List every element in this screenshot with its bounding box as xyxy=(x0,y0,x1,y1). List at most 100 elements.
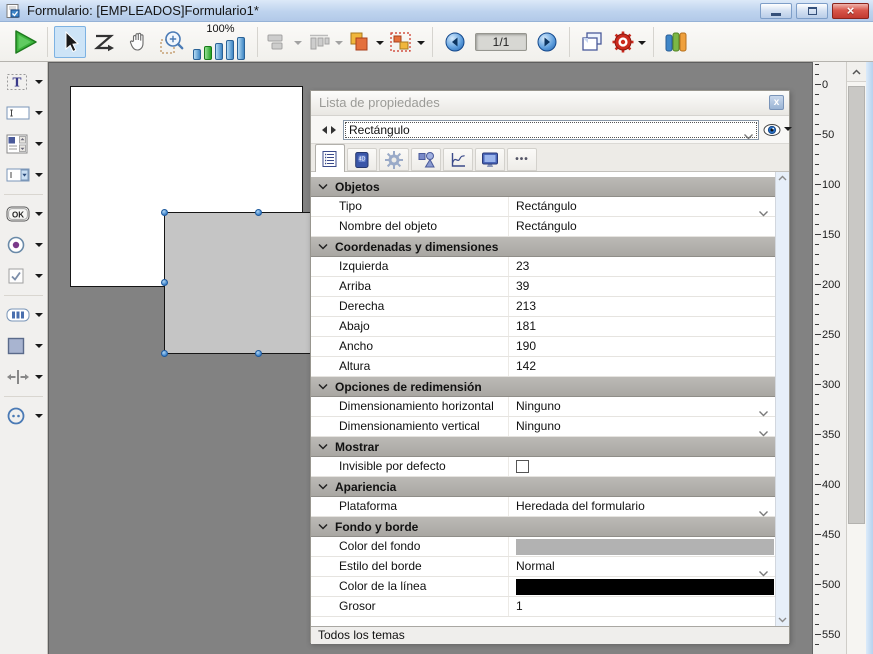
chevron-down-icon[interactable] xyxy=(758,504,769,523)
dropdown-arrow-icon[interactable] xyxy=(35,274,43,282)
resize-handle-s[interactable] xyxy=(255,350,262,357)
property-value-dimensionamiento-vertical[interactable]: Ninguno xyxy=(509,417,777,436)
minimize-button[interactable] xyxy=(760,3,792,19)
dropdown-arrow-icon[interactable] xyxy=(35,313,43,321)
tab-events[interactable] xyxy=(443,148,473,171)
property-value-grosor[interactable]: 1 xyxy=(509,597,777,616)
property-value-color-del-fondo[interactable] xyxy=(509,537,777,556)
section-header-opciones-de-redimension[interactable]: Opciones de redimensión xyxy=(311,377,777,397)
maximize-button[interactable] xyxy=(796,3,828,19)
segmented-button-tool[interactable] xyxy=(0,300,47,330)
property-value-abajo[interactable]: 181 xyxy=(509,317,777,336)
resize-handle-nw[interactable] xyxy=(161,209,168,216)
resize-handle-sw[interactable] xyxy=(161,350,168,357)
property-value-invisible-por-defecto[interactable] xyxy=(509,457,777,476)
section-header-coordenadas-y-dimensiones[interactable]: Coordenadas y dimensiones xyxy=(311,237,777,257)
tab-actions[interactable] xyxy=(379,148,409,171)
scroll-up-icon[interactable] xyxy=(777,175,788,181)
section-header-objetos[interactable]: Objetos xyxy=(311,177,777,197)
property-value-izquierda[interactable]: 23 xyxy=(509,257,777,276)
vertical-scrollbar[interactable] xyxy=(846,62,866,654)
button-tool[interactable]: OK xyxy=(0,199,47,229)
previous-page-button[interactable] xyxy=(439,26,471,58)
distribute-menu-button[interactable] xyxy=(305,26,344,58)
property-value-arriba[interactable]: 39 xyxy=(509,277,777,296)
input-field-tool[interactable] xyxy=(0,98,47,128)
form-design-surface[interactable] xyxy=(70,86,303,287)
tab-property-list[interactable] xyxy=(315,144,345,172)
object-prev-next-arrows[interactable] xyxy=(319,125,339,135)
display-pages-button[interactable] xyxy=(576,26,608,58)
property-value-ancho[interactable]: 190 xyxy=(509,337,777,356)
dropdown-arrow-icon[interactable] xyxy=(376,41,384,49)
property-value-dimensionamiento-horizontal[interactable]: Ninguno xyxy=(509,397,777,416)
dropdown-arrow-icon[interactable] xyxy=(35,344,43,352)
actions-menu-button[interactable] xyxy=(610,26,647,58)
level-menu-button[interactable] xyxy=(346,26,385,58)
property-value-derecha[interactable]: 213 xyxy=(509,297,777,316)
pan-tool-button[interactable] xyxy=(122,26,154,58)
next-page-button[interactable] xyxy=(531,26,563,58)
dropdown-arrow-icon[interactable] xyxy=(35,243,43,251)
library-button[interactable] xyxy=(660,26,692,58)
oval-tool[interactable] xyxy=(0,401,47,431)
ruler-tick xyxy=(815,474,819,475)
property-panel-close-button[interactable]: x xyxy=(769,95,784,110)
radio-button-tool[interactable] xyxy=(0,230,47,260)
listbox-tool[interactable] xyxy=(0,129,47,159)
dropdown-arrow-icon[interactable] xyxy=(35,142,43,150)
dropdown-arrow-icon[interactable] xyxy=(294,41,302,49)
resize-handle-w[interactable] xyxy=(161,279,168,286)
section-header-fondo-y-borde[interactable]: Fondo y borde xyxy=(311,517,777,537)
dropdown-arrow-icon[interactable] xyxy=(35,212,43,220)
property-value-nombre-del-objeto[interactable]: Rectángulo xyxy=(509,217,777,236)
property-value-estilo-del-borde[interactable]: Normal xyxy=(509,557,777,576)
run-form-button[interactable] xyxy=(9,26,41,58)
checkbox-invisible-por-defecto[interactable] xyxy=(516,460,529,473)
dropdown-arrow-icon[interactable] xyxy=(35,111,43,119)
tab-display[interactable] xyxy=(475,148,505,171)
section-header-mostrar[interactable]: Mostrar xyxy=(311,437,777,457)
scrollbar-thumb[interactable] xyxy=(848,86,865,524)
dropdown-arrow-icon[interactable] xyxy=(417,41,425,49)
chevron-down-icon[interactable] xyxy=(758,424,769,443)
scrollbar-up-button[interactable] xyxy=(847,62,866,82)
dropdown-arrow-icon[interactable] xyxy=(35,80,43,88)
close-button[interactable]: × xyxy=(832,3,869,19)
section-header-apariencia[interactable]: Apariencia xyxy=(311,477,777,497)
combobox-tool[interactable] xyxy=(0,160,47,190)
themes-filter-label[interactable]: Todos los temas xyxy=(318,628,405,642)
dropdown-arrow-icon[interactable] xyxy=(335,41,343,49)
property-value-color-de-la-linea[interactable] xyxy=(509,577,777,596)
zoom-tool-button[interactable] xyxy=(156,26,188,58)
resize-handle-n[interactable] xyxy=(255,209,262,216)
dropdown-arrow-icon[interactable] xyxy=(35,375,43,383)
group-menu-button[interactable] xyxy=(387,26,426,58)
property-value-plataforma[interactable]: Heredada del formulario xyxy=(509,497,777,516)
visibility-menu-button[interactable] xyxy=(763,124,792,136)
tab-database[interactable]: 4D xyxy=(347,148,377,171)
tab-more[interactable]: ••• xyxy=(507,148,537,171)
property-list-scrollbar[interactable] xyxy=(775,172,789,626)
dropdown-arrow-icon[interactable] xyxy=(35,414,43,422)
splitter-tool[interactable] xyxy=(0,362,47,392)
color-swatch-color-del-fondo[interactable] xyxy=(516,539,774,555)
checkbox-tool[interactable] xyxy=(0,261,47,291)
zoom-level-widget[interactable]: 100% xyxy=(193,24,248,60)
property-value-altura[interactable]: 142 xyxy=(509,357,777,376)
align-menu-button[interactable] xyxy=(264,26,303,58)
dropdown-arrow-icon[interactable] xyxy=(35,173,43,181)
text-tool[interactable]: T xyxy=(0,67,47,97)
chevron-down-icon[interactable] xyxy=(743,127,754,145)
page-indicator-field[interactable]: 1/1 xyxy=(475,33,527,51)
rectangle-tool[interactable] xyxy=(0,331,47,361)
object-selector-combobox[interactable]: Rectángulo xyxy=(343,120,759,140)
color-swatch-color-de-la-linea[interactable] xyxy=(516,579,774,595)
dropdown-arrow-icon[interactable] xyxy=(638,41,646,49)
property-value-tipo[interactable]: Rectángulo xyxy=(509,197,777,216)
books-icon xyxy=(663,30,689,54)
entry-order-tool-button[interactable] xyxy=(88,26,120,58)
tab-objects[interactable] xyxy=(411,148,441,171)
select-tool-button[interactable] xyxy=(54,26,86,58)
scroll-down-icon[interactable] xyxy=(777,617,788,623)
